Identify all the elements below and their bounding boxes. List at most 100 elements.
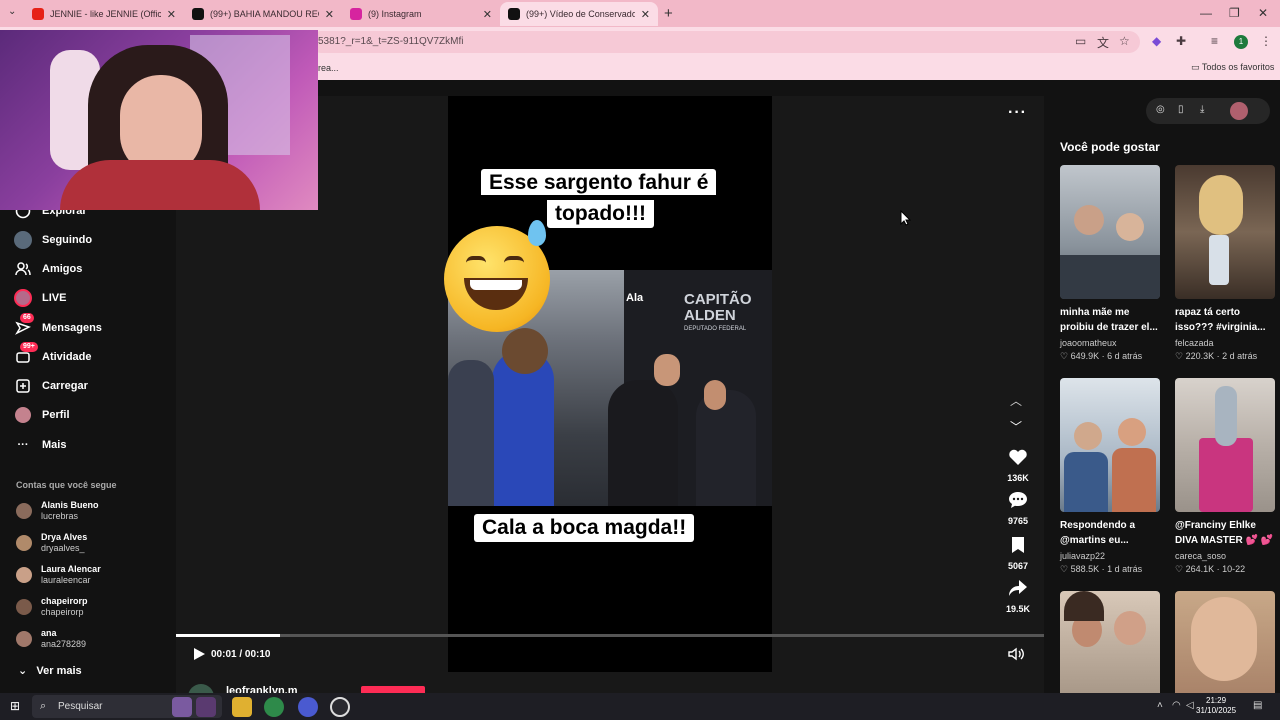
close-icon[interactable]: ✕ — [325, 8, 334, 21]
grinning-sweat-emoji — [444, 220, 550, 332]
minimize-icon[interactable]: — — [1200, 6, 1212, 20]
puzzle-icon[interactable]: ✚ — [1176, 34, 1186, 48]
sidebar-item-live[interactable]: LIVE — [14, 289, 66, 307]
chevron-up-icon[interactable]: ︿ — [1010, 392, 1022, 409]
scene-sign-prefix: Ala — [626, 292, 644, 304]
see-more-button[interactable]: ⌄ Ver mais — [18, 664, 82, 677]
sidebar-item-upload[interactable]: Carregar — [14, 377, 88, 395]
video-thumbnail[interactable] — [1175, 591, 1275, 693]
taskbar-app-icon[interactable] — [172, 697, 192, 717]
close-icon[interactable]: ✕ — [167, 8, 176, 21]
user-avatar[interactable] — [1230, 102, 1248, 120]
avatar — [16, 567, 32, 583]
messages-badge: 66 — [20, 313, 34, 323]
recommended-video[interactable]: rapaz tá certo isso??? #virginia... felc… — [1175, 165, 1275, 362]
close-icon[interactable]: ✕ — [641, 8, 650, 21]
star-icon[interactable]: ☆ — [1119, 34, 1130, 48]
obs-icon[interactable] — [330, 697, 350, 717]
recommended-video[interactable] — [1175, 591, 1275, 693]
following-account[interactable]: ana ana278289 — [16, 628, 86, 650]
bookmark-item[interactable]: rea... — [318, 63, 339, 73]
speaker-icon[interactable]: ◁ — [1186, 700, 1194, 711]
folder-icon: ▭ — [1191, 62, 1202, 72]
recommended-video[interactable] — [1060, 591, 1160, 693]
download-icon[interactable]: ⤓ — [1200, 104, 1204, 115]
all-bookmarks[interactable]: ▭ Todos os favoritos — [1191, 62, 1274, 73]
tab-tiktok-bahia[interactable]: (99+) BAHIA MANDOU RECADO ✕ — [184, 2, 342, 26]
volume-icon[interactable] — [1008, 647, 1024, 661]
media-icon[interactable]: ≡ — [1211, 34, 1218, 48]
avatar — [16, 503, 32, 519]
following-header: Contas que você segue — [16, 480, 117, 490]
play-icon[interactable] — [192, 647, 206, 661]
like-button[interactable]: 136K — [1002, 448, 1034, 483]
following-account[interactable]: chapeirorp chapeirorp — [16, 596, 88, 618]
recommended-video[interactable]: minha mãe me proibiu de trazer el... joa… — [1060, 165, 1160, 362]
following-account[interactable]: Laura Alencar lauraleencar — [16, 564, 101, 586]
video-thumbnail[interactable] — [1060, 378, 1160, 512]
close-window-icon[interactable]: ✕ — [1258, 6, 1268, 20]
caption-bottom: Cala a boca magda!! — [474, 514, 695, 542]
more-options-icon[interactable]: ··· — [1008, 104, 1027, 122]
following-account[interactable]: Alanis Bueno lucrebras — [16, 500, 99, 522]
windows-start-icon[interactable]: ⊞ — [10, 699, 20, 713]
video-frame[interactable]: Esse sargento fahur é topado!!! Ala CAPI… — [444, 96, 772, 672]
heart-icon: ♡ — [1060, 564, 1071, 574]
comment-button[interactable]: 9765 — [1002, 491, 1034, 526]
tab-instagram[interactable]: (9) Instagram ✕ — [342, 2, 500, 26]
profile-avatar[interactable]: 1 — [1234, 35, 1248, 49]
sidebar-item-activity[interactable]: 99+ Atividade — [14, 342, 92, 366]
heart-icon: ♡ — [1175, 564, 1186, 574]
sidebar-item-profile[interactable]: Perfil — [14, 406, 70, 424]
menu-icon[interactable]: ⋮ — [1260, 34, 1272, 48]
more-icon: ··· — [17, 439, 29, 451]
sidebar-item-following[interactable]: Seguindo — [14, 231, 92, 249]
heart-icon: ♡ — [1175, 351, 1186, 361]
video-thumbnail[interactable] — [1060, 165, 1160, 299]
taskbar-search[interactable]: ⌕ Pesquisar — [32, 695, 222, 718]
recommended-video[interactable]: @Franciny Ehlke DIVA MASTER 💕 💕 careca_s… — [1175, 378, 1275, 575]
taskbar-app-icon[interactable] — [196, 697, 216, 717]
sidebar-item-more[interactable]: ··· Mais — [14, 436, 67, 454]
wifi-icon[interactable]: ◠ — [1172, 700, 1181, 711]
caption-top-line1: Esse sargento fahur é — [481, 169, 717, 195]
chevron-up-icon[interactable]: ˄ — [1157, 700, 1163, 711]
share-button[interactable]: 19.5K — [1002, 579, 1034, 614]
recommended-video[interactable]: Respondendo a @martins eu... juliavazp22… — [1060, 378, 1160, 575]
tab-youtube[interactable]: JENNIE - like JENNIE (Official V... ✕ — [24, 2, 184, 26]
video-progress-bar[interactable] — [176, 634, 1044, 637]
video-thumbnail[interactable] — [1175, 165, 1275, 299]
sidebar-item-messages[interactable]: 66 Mensagens — [14, 313, 102, 337]
url-input[interactable]: 5381?_r=1&_t=ZS-911QV7ZkMfi — [310, 31, 1140, 53]
heart-icon — [1009, 449, 1027, 465]
chrome-icon[interactable] — [264, 697, 284, 717]
chevron-down-icon[interactable]: ﹀ — [1010, 418, 1022, 435]
discord-icon[interactable] — [298, 697, 318, 717]
translate-icon[interactable]: 文 — [1097, 34, 1109, 51]
extension-icon[interactable]: ◆ — [1152, 34, 1161, 48]
notifications-icon[interactable]: ▤ — [1253, 700, 1262, 711]
cast-icon[interactable]: ▭ — [1075, 34, 1086, 48]
save-button[interactable]: 5067 — [1002, 536, 1034, 571]
progress-fill — [176, 634, 281, 637]
phone-icon[interactable]: ▯ — [1178, 104, 1184, 115]
taskbar-clock[interactable]: 21:29 31/10/2025 — [1196, 696, 1236, 716]
coin-icon[interactable]: ◎ — [1156, 104, 1165, 115]
video-thumbnail[interactable] — [1060, 591, 1160, 693]
scene-sign-subtitle: DEPUTADO FEDERAL — [684, 326, 747, 332]
close-icon[interactable]: ✕ — [483, 8, 492, 21]
file-explorer-icon[interactable] — [232, 697, 252, 717]
new-tab-icon[interactable]: + — [664, 5, 673, 22]
profile-icon — [14, 406, 32, 424]
webcam-overlay — [0, 30, 318, 210]
video-time: 00:01 / 00:10 — [211, 649, 271, 660]
avatar — [16, 631, 32, 647]
tab-search-icon[interactable]: ⌄ — [8, 6, 16, 17]
bookmark-icon — [1012, 537, 1024, 553]
sidebar-item-friends[interactable]: Amigos — [14, 260, 82, 278]
restore-icon[interactable]: ❐ — [1229, 6, 1240, 20]
video-thumbnail[interactable] — [1175, 378, 1275, 512]
following-account[interactable]: Drya Alves dryaalves_ — [16, 532, 87, 554]
browser-tab-bar: ⌄ JENNIE - like JENNIE (Official V... ✕ … — [0, 0, 1280, 27]
tab-tiktok-active[interactable]: (99+) Vídeo de Conservador (@... ✕ — [500, 2, 658, 26]
